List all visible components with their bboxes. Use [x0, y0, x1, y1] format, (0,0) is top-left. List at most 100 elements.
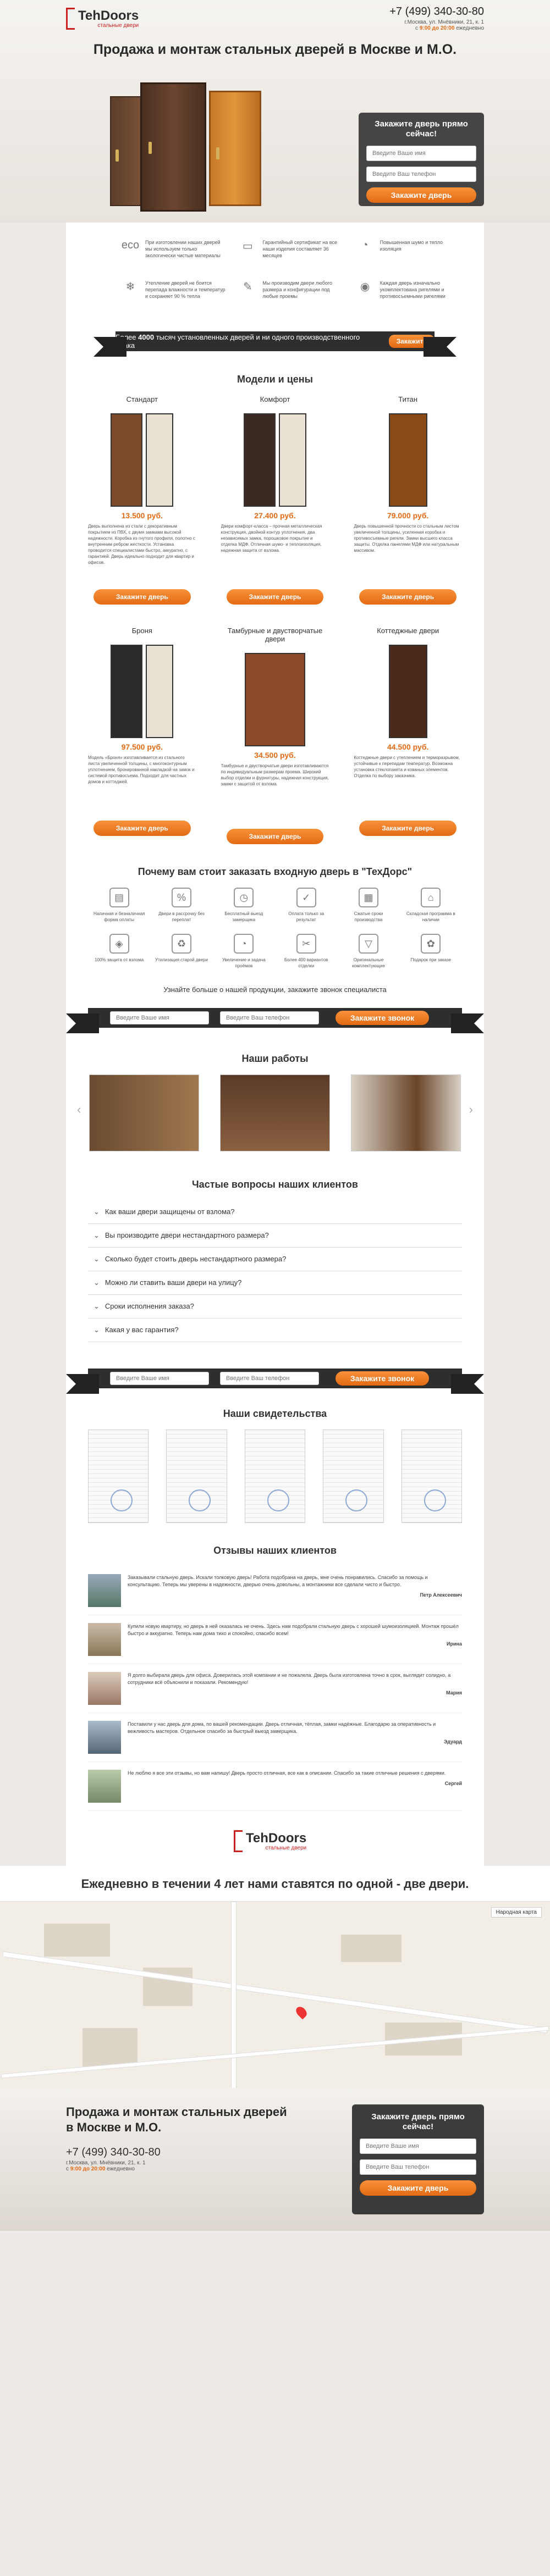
- learn-more-text: Узнайте больше о нашей продукции, закажи…: [163, 985, 387, 994]
- shield-icon: ◈: [109, 934, 129, 954]
- work-photo[interactable]: [351, 1074, 461, 1151]
- faq-item[interactable]: ⌄ Вы производите двери нестандартного раз…: [88, 1224, 462, 1248]
- hero-order-form: Закажите дверь прямо сейчас! Закажите дв…: [359, 113, 484, 206]
- why-title: Почему вам стоит заказать входную дверь …: [138, 866, 413, 877]
- models-section: Модели и цены Стандарт 13.500 руб. Дверь…: [66, 357, 484, 844]
- map-marker-icon[interactable]: [294, 2004, 309, 2020]
- faq-item[interactable]: ⌄ Сколько будет стоить дверь нестандартно…: [88, 1248, 462, 1271]
- chevron-down-icon: ⌄: [94, 1231, 100, 1239]
- footer-logo[interactable]: TehDoors стальные двери: [66, 1816, 484, 1866]
- avatar: [88, 1574, 121, 1607]
- recycle-icon: ♻: [171, 934, 191, 954]
- chevron-down-icon: ⌄: [94, 1255, 100, 1263]
- certificate-image[interactable]: [87, 1430, 149, 1523]
- chevron-down-icon: ⌄: [94, 1207, 100, 1216]
- header-contacts: +7 (499) 340-30-80 г.Москва, ул. Мнёвник…: [389, 5, 484, 31]
- hero-phone-input[interactable]: [366, 167, 476, 182]
- logo-mark: [234, 1830, 243, 1852]
- faq-item[interactable]: ⌄ Сроки исполнения заказа?: [88, 1295, 462, 1319]
- certificate-image[interactable]: [401, 1430, 463, 1523]
- work-photo[interactable]: [220, 1074, 330, 1151]
- why-item: ◈ 100% защита от взлома: [88, 934, 150, 969]
- map-layer-control[interactable]: Народная карта: [491, 1907, 542, 1918]
- gift-icon: ✿: [421, 934, 441, 954]
- model-order-button[interactable]: Закажите дверь: [94, 821, 191, 836]
- model-order-button[interactable]: Закажите дверь: [226, 589, 324, 605]
- benefit-item: eco При изготовлении наших дверей мы испо…: [121, 239, 221, 258]
- footer: Продажа и монтаж стальных дверей в Москв…: [0, 2088, 550, 2231]
- faq-item[interactable]: ⌄ Можно ли ставить ваши двери на улицу?: [88, 1271, 462, 1295]
- map[interactable]: Народная карта: [0, 1901, 550, 2088]
- hero-submit-button[interactable]: Закажите дверь: [366, 187, 476, 203]
- model-order-button[interactable]: Закажите дверь: [359, 589, 457, 605]
- ribbon-text: Более 4000 тысяч установленных дверей и …: [116, 333, 360, 350]
- footer-order-form: Закажите дверь прямо сейчас! Закажите дв…: [352, 2104, 484, 2214]
- reviews-title: Отзывы наших клиентов: [213, 1545, 337, 1556]
- faq-item[interactable]: ⌄ Какая у вас гарантия?: [88, 1319, 462, 1342]
- faq-title: Частые вопросы наших клиентов: [192, 1179, 358, 1190]
- why-item: ♻ Утилизация старой двери: [150, 934, 212, 969]
- call-submit-button[interactable]: Закажите звонок: [336, 1371, 429, 1386]
- certificate-image[interactable]: [244, 1430, 306, 1523]
- header-hours: с 9:00 до 20:00 ежедневно: [415, 25, 484, 31]
- header: TehDoors стальные двери +7 (499) 340-30-…: [66, 0, 484, 38]
- model-price: 44.500 руб.: [387, 743, 429, 751]
- stats-ribbon: Более 4000 тысяч установленных дверей и …: [66, 327, 484, 357]
- model-card: Комфорт 27.400 руб. Двери комфорт-класса…: [221, 395, 329, 605]
- thermometer-icon: ❄: [125, 281, 135, 293]
- why-item: % Двери в рассрочку без переплат: [150, 888, 212, 923]
- model-image: [88, 639, 196, 738]
- certificate-image[interactable]: [166, 1430, 227, 1523]
- works-next-arrow-icon[interactable]: ›: [469, 1103, 473, 1117]
- logo[interactable]: TehDoors стальные двери: [66, 7, 148, 31]
- works-title: Наши работы: [241, 1053, 309, 1064]
- model-order-button[interactable]: Закажите дверь: [359, 821, 457, 836]
- model-name: Коттеджные двери: [377, 627, 439, 635]
- bucket-icon: ▽: [358, 934, 378, 954]
- sound-icon: ◔: [361, 239, 369, 251]
- model-image: [221, 408, 329, 507]
- why-item: ▽ Оригинальные комплектующие: [337, 934, 399, 969]
- model-name: Титан: [398, 395, 418, 403]
- work-photo[interactable]: [89, 1074, 199, 1151]
- footer-name-input[interactable]: [360, 2139, 476, 2154]
- why-section: Почему вам стоит заказать входную дверь …: [66, 844, 484, 1037]
- why-item: ✂ Более 400 вариантов отделки: [275, 934, 337, 969]
- certificate-image[interactable]: [323, 1430, 384, 1523]
- model-price: 34.500 руб.: [254, 751, 296, 760]
- why-item: ▤ Наличная и безналичная форма оплаты: [88, 888, 150, 923]
- why-item: ▦ Сжатые сроки производства: [337, 888, 399, 923]
- call-submit-button[interactable]: Закажите звонок: [336, 1011, 429, 1025]
- call-name-input[interactable]: [110, 1011, 209, 1024]
- calendar-icon: ▦: [358, 888, 378, 907]
- faq-item[interactable]: ⌄ Как ваши двери защищены от взлома?: [88, 1200, 462, 1224]
- second-call-form-section: Закажите звонок: [66, 1353, 484, 1394]
- benefit-item: ❄ Утепление дверей не боится перепада вла…: [121, 280, 227, 311]
- review-author: Ирина: [447, 1641, 462, 1647]
- model-card: Стандарт 13.500 руб. Дверь выполнена из …: [88, 395, 196, 605]
- model-name: Броня: [131, 627, 152, 635]
- model-order-button[interactable]: Закажите дверь: [226, 829, 324, 844]
- review-item: Поставили у нас дверь для дома, по вашей…: [88, 1713, 462, 1762]
- header-phone[interactable]: +7 (499) 340-30-80: [389, 5, 484, 18]
- why-item: ◔ Увеличение и задача проёмов: [213, 934, 275, 969]
- main-content: eco При изготовлении наших дверей мы испо…: [66, 223, 484, 1866]
- call-phone-input[interactable]: [220, 1011, 319, 1024]
- call-name-input[interactable]: [110, 1372, 209, 1385]
- footer-submit-button[interactable]: Закажите дверь: [360, 2180, 476, 2196]
- why-item: ✿ Подарок при заказе: [400, 934, 462, 969]
- works-prev-arrow-icon[interactable]: ‹: [77, 1103, 81, 1117]
- faq-section: Частые вопросы наших клиентов ⌄ Как ваши …: [66, 1162, 484, 1353]
- footer-phone-input[interactable]: [360, 2159, 476, 2175]
- hero-form-title: Закажите дверь прямо сейчас!: [375, 119, 468, 139]
- chevron-down-icon: ⌄: [94, 1302, 100, 1310]
- call-phone-input[interactable]: [220, 1372, 319, 1385]
- logo-name: TehDoors: [246, 1830, 307, 1846]
- model-order-button[interactable]: Закажите дверь: [94, 589, 191, 605]
- model-description: Двери комфорт-класса – прочная металличе…: [221, 524, 322, 553]
- model-card: Коттеджные двери 44.500 руб. Коттеджные …: [354, 627, 462, 844]
- wallet-icon: ▤: [109, 888, 129, 907]
- ribbon-order-button[interactable]: Закажите: [388, 335, 435, 348]
- coins-icon: ◉: [360, 281, 370, 293]
- hero-name-input[interactable]: [366, 146, 476, 161]
